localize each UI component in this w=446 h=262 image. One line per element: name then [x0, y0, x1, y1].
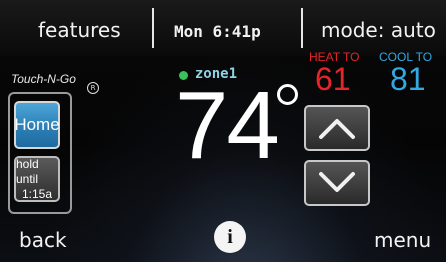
top-divider [301, 8, 303, 48]
registered-mark-icon: R [87, 82, 99, 94]
info-icon: i [227, 225, 233, 248]
degree-icon [277, 84, 298, 105]
hold-until-line1: hold until [16, 156, 39, 186]
home-button[interactable]: Home [14, 101, 60, 149]
mode-button[interactable]: mode: auto [321, 18, 436, 42]
back-button[interactable]: back [19, 228, 67, 252]
thermostat-screen: features Mon 6:41p mode: auto HEAT TO 61… [0, 0, 446, 262]
home-button-label: Home [14, 115, 60, 134]
features-button[interactable]: features [38, 18, 121, 42]
chevron-up-icon [319, 119, 355, 139]
top-bar: features Mon 6:41p mode: auto [0, 0, 446, 56]
heat-setpoint-value[interactable]: 61 [315, 61, 351, 98]
brand-logo: Touch-N-Go [11, 72, 76, 86]
date-time-display[interactable]: Mon 6:41p [174, 22, 261, 41]
chevron-down-icon [319, 172, 355, 192]
increase-temperature-button[interactable] [304, 105, 370, 151]
current-temperature: 74 [175, 72, 280, 179]
top-divider [152, 8, 154, 48]
info-button[interactable]: i [214, 221, 246, 253]
menu-button[interactable]: menu [374, 228, 431, 252]
hold-until-button[interactable]: hold until 1:15a [14, 156, 60, 202]
decrease-temperature-button[interactable] [304, 160, 370, 206]
cool-setpoint-value[interactable]: 81 [390, 61, 426, 98]
hold-until-time: 1:15a [21, 186, 53, 201]
